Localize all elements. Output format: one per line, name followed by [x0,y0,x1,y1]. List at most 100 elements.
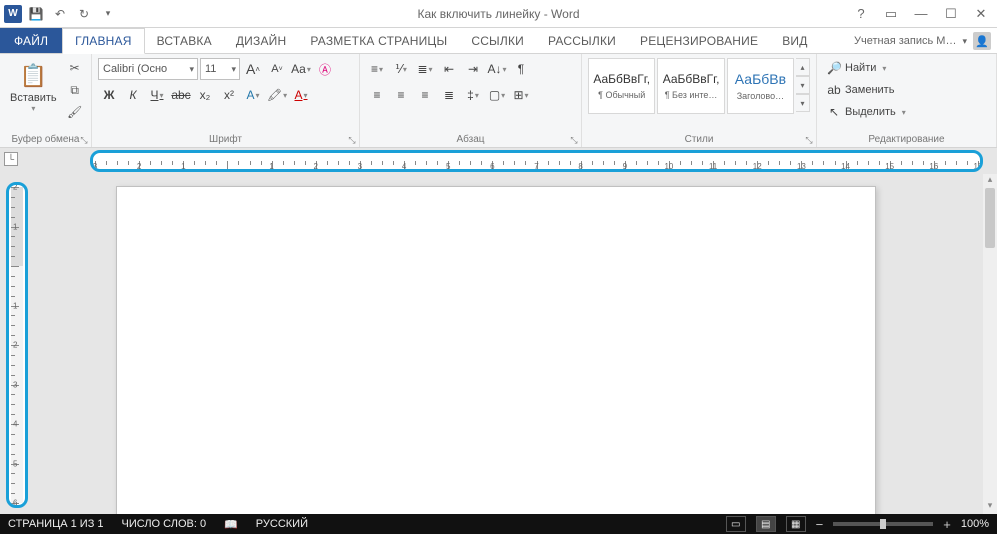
dialog-launcher-icon[interactable]: ⤡ [569,135,579,145]
multilevel-icon[interactable]: ≣ [414,58,436,80]
avatar[interactable]: 👤 [973,32,991,50]
styles-scroll-up[interactable]: ▴ [796,58,810,76]
dialog-launcher-icon[interactable]: ⤡ [79,135,89,145]
group-editing: 🔎Найти▾ abЗаменить ↖Выделить▾ Редактиров… [817,54,997,147]
borders-icon[interactable]: ⊞ [510,84,532,106]
line-spacing-icon[interactable]: ‡ [462,84,484,106]
tab-insert[interactable]: ВСТАВКА [145,28,224,53]
chevron-down-icon: ▾ [962,36,967,47]
zoom-out-button[interactable]: − [816,517,824,532]
redo-icon[interactable]: ↻ [74,4,94,24]
close-icon[interactable]: ✕ [969,4,993,24]
style-heading1[interactable]: АаБбВв Заголово… [727,58,794,114]
status-words[interactable]: ЧИСЛО СЛОВ: 0 [122,518,207,530]
document-page[interactable] [116,186,876,514]
zoom-handle[interactable] [880,519,886,529]
copy-icon[interactable]: ⧉ [65,80,85,100]
align-right-icon[interactable]: ≡ [414,84,436,106]
align-left-icon[interactable]: ≡ [366,84,388,106]
text-effects-icon[interactable]: A [242,84,264,106]
tab-view[interactable]: ВИД [770,28,819,53]
bold-button[interactable]: Ж [98,84,120,106]
paste-button[interactable]: 📋 Вставить ▾ [6,58,61,115]
cut-icon[interactable]: ✂ [65,58,85,78]
group-label: Редактирование [823,132,990,145]
tab-mailings[interactable]: РАССЫЛКИ [536,28,628,53]
clipboard-icon: 📋 [17,60,49,92]
style-normal[interactable]: АаБбВвГг, ¶ Обычный [588,58,655,114]
font-color-icon[interactable]: A [290,84,312,106]
window-title: Как включить линейку - Word [418,7,580,21]
tab-stop-selector[interactable]: └ [4,152,18,166]
help-icon[interactable]: ? [849,4,873,24]
strike-button[interactable]: abc [170,84,192,106]
justify-icon[interactable]: ≣ [438,84,460,106]
styles-scroll-down[interactable]: ▾ [796,76,810,94]
group-label: Стили [588,132,810,145]
save-icon[interactable]: 💾 [26,4,46,24]
view-web-icon[interactable]: ▦ [786,516,806,532]
group-label: Абзац [366,132,575,145]
view-print-icon[interactable]: ▤ [756,516,776,532]
font-name-combo[interactable]: Calibri (Осно [98,58,198,80]
tab-layout[interactable]: РАЗМЕТКА СТРАНИЦЫ [298,28,459,53]
qat-customize-icon[interactable]: ▾ [98,4,118,24]
format-painter-icon[interactable]: 🖌 [65,102,85,122]
ribbon-tabs: ФАЙЛ ГЛАВНАЯ ВСТАВКА ДИЗАЙН РАЗМЕТКА СТР… [0,28,997,54]
minimize-icon[interactable]: — [909,4,933,24]
dialog-launcher-icon[interactable]: ⤡ [804,135,814,145]
zoom-level[interactable]: 100% [961,518,989,530]
tab-references[interactable]: ССЫЛКИ [459,28,536,53]
maximize-icon[interactable]: ☐ [939,4,963,24]
font-size-combo[interactable]: 11 [200,58,240,80]
change-case-icon[interactable]: Aa [290,58,312,80]
tab-design[interactable]: ДИЗАЙН [224,28,299,53]
underline-button[interactable]: Ч [146,84,168,106]
italic-button[interactable]: К [122,84,144,106]
shrink-font-icon[interactable]: A˅ [266,58,288,80]
scroll-up-arrow[interactable]: ▴ [983,174,997,188]
replace-button[interactable]: abЗаменить [823,80,990,100]
scroll-down-arrow[interactable]: ▾ [983,500,997,514]
undo-icon[interactable]: ↶ [50,4,70,24]
numbering-icon[interactable]: ⅟ [390,58,412,80]
superscript-button[interactable]: x² [218,84,240,106]
vertical-ruler-highlight: 21123456 [6,182,28,508]
ribbon: 📋 Вставить ▾ ✂ ⧉ 🖌 Буфер обмена ⤡ Calibr… [0,54,997,148]
tab-review[interactable]: РЕЦЕНЗИРОВАНИЕ [628,28,770,53]
zoom-slider[interactable] [833,522,933,526]
tab-file[interactable]: ФАЙЛ [0,28,62,53]
ribbon-options-icon[interactable]: ▭ [879,4,903,24]
sort-icon[interactable]: A↓ [486,58,508,80]
style-nospacing[interactable]: АаБбВвГг, ¶ Без инте… [657,58,724,114]
word-app-icon[interactable]: W [4,5,22,23]
account-area[interactable]: Учетная запись М… ▾ 👤 [854,28,991,54]
status-language[interactable]: РУССКИЙ [256,518,308,530]
increase-indent-icon[interactable]: ⇥ [462,58,484,80]
bullets-icon[interactable]: ≡ [366,58,388,80]
status-proofing-icon[interactable]: 📖 [224,518,238,531]
clear-formatting-icon[interactable]: Ⓐ [314,58,336,80]
account-label: Учетная запись М… [854,35,956,47]
quick-access-toolbar: W 💾 ↶ ↻ ▾ [0,4,118,24]
align-center-icon[interactable]: ≡ [390,84,412,106]
highlight-icon[interactable]: 🖍 [266,84,288,106]
select-button[interactable]: ↖Выделить▾ [823,102,990,122]
view-read-icon[interactable]: ▭ [726,516,746,532]
shading-icon[interactable]: ▢ [486,84,508,106]
tab-home[interactable]: ГЛАВНАЯ [62,28,144,54]
subscript-button[interactable]: x₂ [194,84,216,106]
vertical-scrollbar[interactable]: ▴ ▾ [983,174,997,514]
styles-expand[interactable]: ▾ [796,94,810,112]
dialog-launcher-icon[interactable]: ⤡ [347,135,357,145]
zoom-in-button[interactable]: + [943,517,951,532]
find-button[interactable]: 🔎Найти▾ [823,58,990,78]
show-marks-icon[interactable]: ¶ [510,58,532,80]
scroll-thumb[interactable] [985,188,995,248]
grow-font-icon[interactable]: A˄ [242,58,264,80]
paste-label: Вставить [10,92,57,104]
decrease-indent-icon[interactable]: ⇤ [438,58,460,80]
status-page[interactable]: СТРАНИЦА 1 ИЗ 1 [8,518,104,530]
vertical-ruler[interactable]: 21123456 [11,187,23,503]
document-area: └ 3211234567891011121314151617 21123456 … [0,148,997,514]
